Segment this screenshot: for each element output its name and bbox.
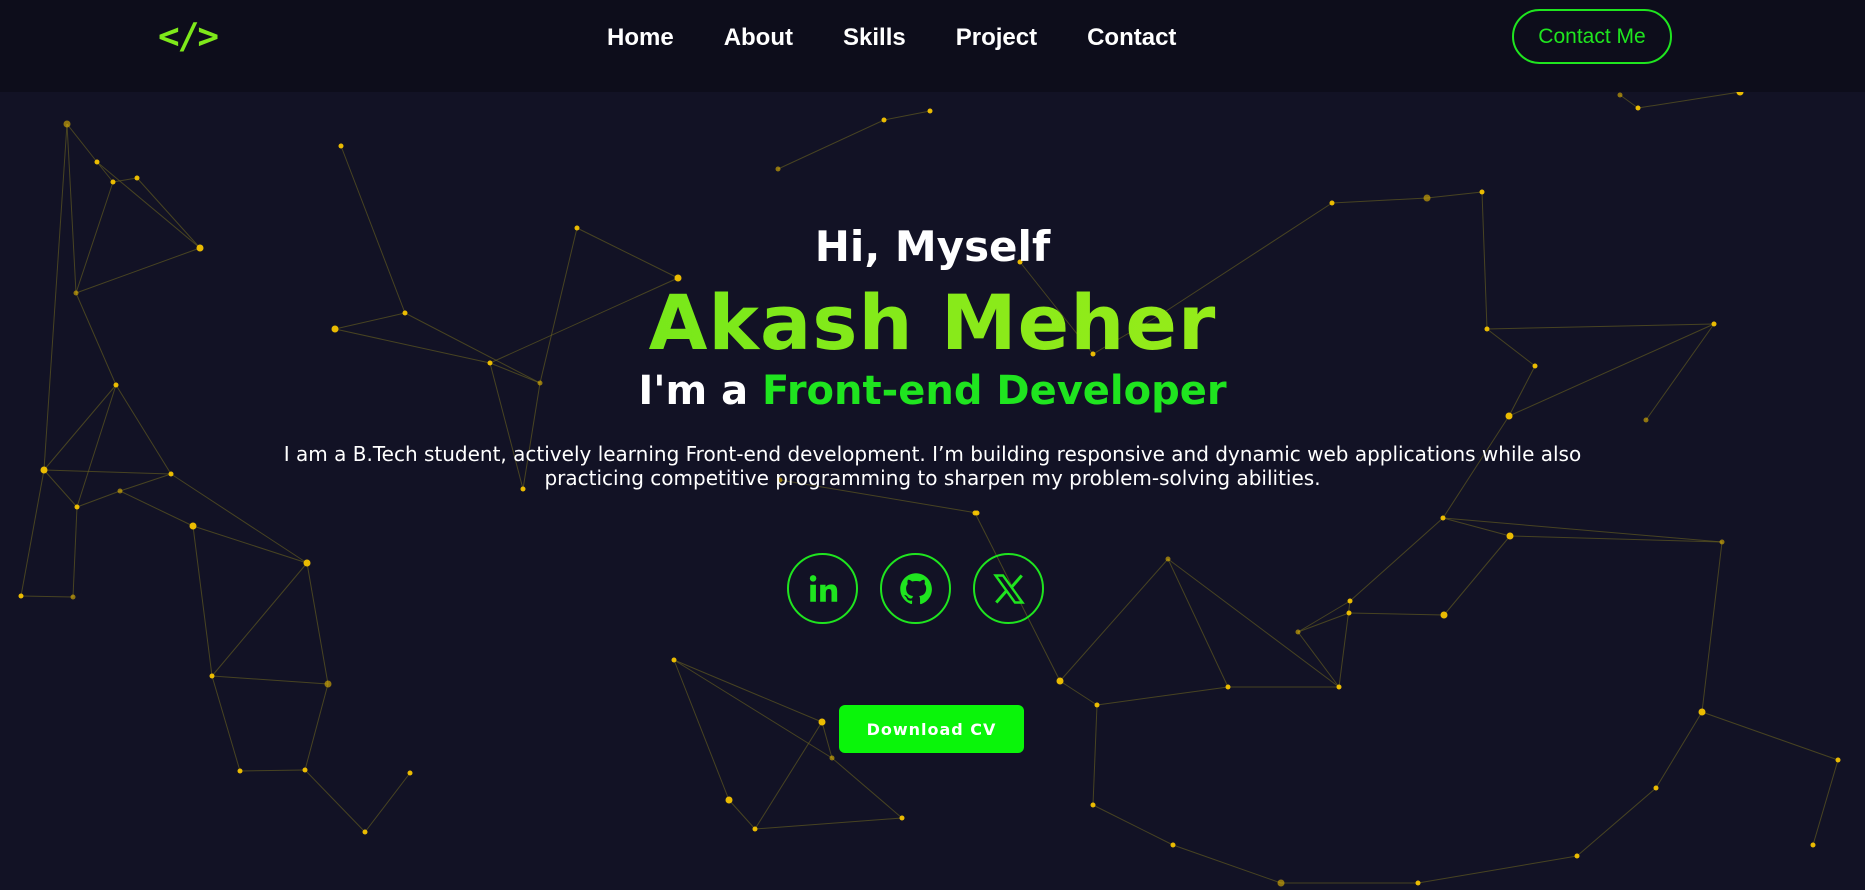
hero-section: Hi, Myself Akash Meher I'm a Front-end D… [0,0,1865,890]
role-highlight: Front-end Developer [762,368,1227,414]
hero-name: Akash Meher [0,278,1865,367]
bio-line-2: practicing competitive programming to sh… [544,466,1321,490]
x-twitter-icon [992,573,1025,604]
github-icon [899,572,932,604]
github-button[interactable] [880,553,951,624]
download-cv-button[interactable]: Download CV [839,705,1024,753]
linkedin-button[interactable] [787,553,858,624]
bio-line-1: I am a B.Tech student, actively learning… [283,442,1582,466]
hero-bio: I am a B.Tech student, actively learning… [250,442,1615,490]
linkedin-icon [809,574,837,602]
role-prefix: I'm a [638,368,749,414]
x-twitter-button[interactable] [973,553,1044,624]
hero-role: I'm a Front-end Developer [0,368,1865,414]
hero-greeting: Hi, Myself [814,222,1051,271]
social-links [787,553,1044,624]
